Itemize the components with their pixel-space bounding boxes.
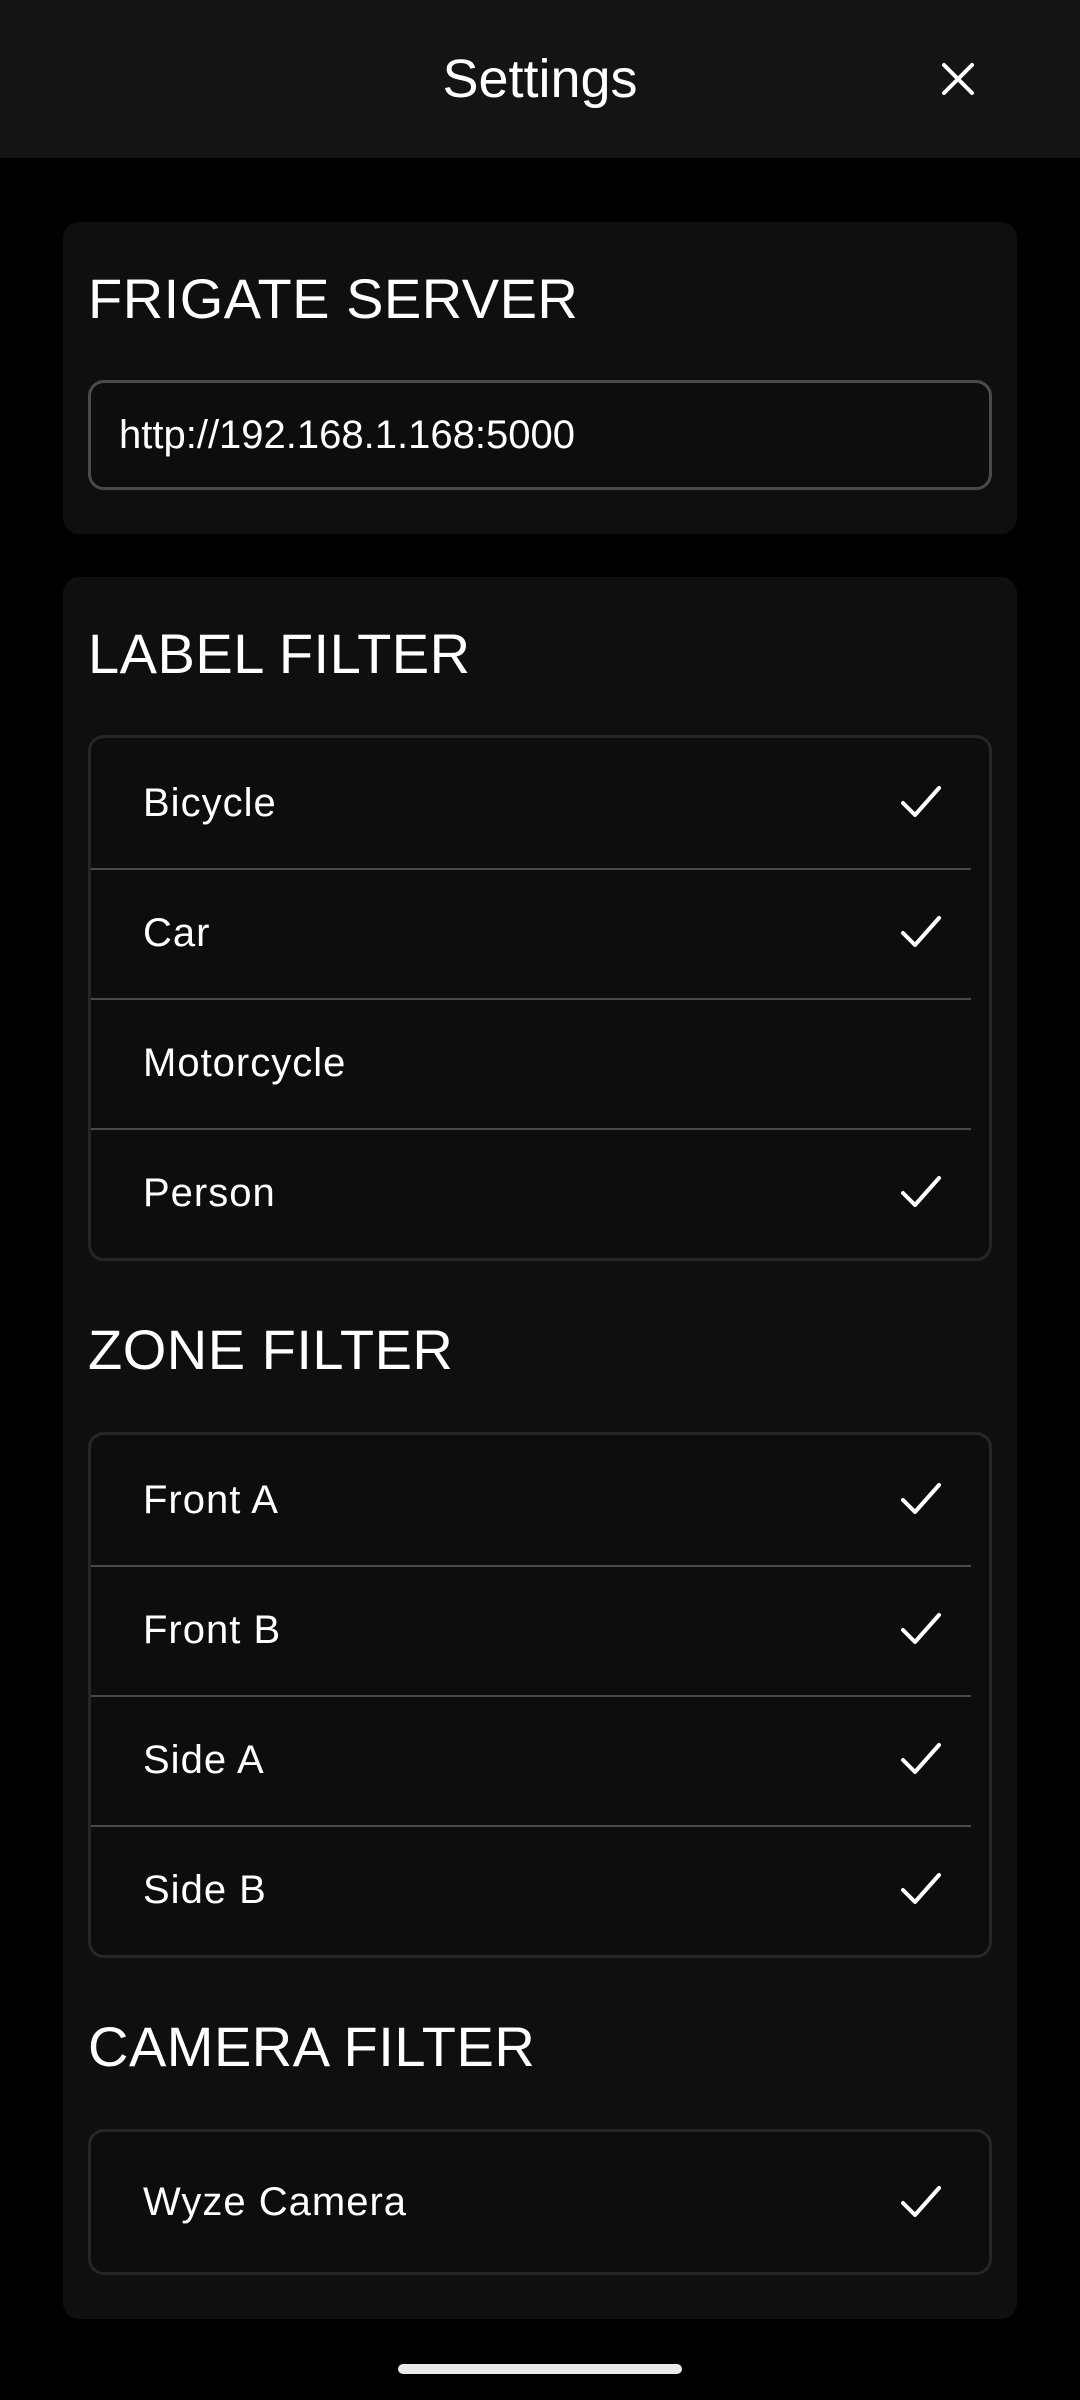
close-icon bbox=[942, 63, 974, 95]
label-filter-title: LABEL FILTER bbox=[88, 622, 471, 685]
zone-filter-list: Front A Front B Side A Side B bbox=[88, 1432, 992, 1958]
zone-filter-item-label: Front A bbox=[143, 1477, 279, 1522]
close-button[interactable] bbox=[920, 46, 996, 112]
filters-card: LABEL FILTER Bicycle Car Motorcycle Pers… bbox=[63, 577, 1017, 2319]
zone-filter-item-label: Front B bbox=[143, 1607, 282, 1652]
camera-filter-list: Wyze Camera bbox=[88, 2129, 992, 2275]
zone-filter-item[interactable]: Front A bbox=[91, 1435, 989, 1565]
zone-filter-item-label: Side A bbox=[143, 1737, 265, 1782]
label-filter-item[interactable]: Motorcycle bbox=[91, 998, 989, 1128]
camera-filter-title: CAMERA FILTER bbox=[88, 2015, 536, 2078]
label-filter-item-label: Person bbox=[143, 1170, 276, 1215]
zone-filter-item[interactable]: Side A bbox=[91, 1695, 989, 1825]
app-header: Settings bbox=[0, 0, 1080, 158]
label-filter-item-label: Bicycle bbox=[143, 780, 277, 825]
server-card: FRIGATE SERVER bbox=[63, 222, 1017, 534]
home-indicator[interactable] bbox=[398, 2364, 682, 2374]
check-icon bbox=[901, 1176, 941, 1207]
label-filter-item-label: Motorcycle bbox=[143, 1040, 347, 1085]
zone-filter-title: ZONE FILTER bbox=[88, 1318, 454, 1381]
zone-filter-item-label: Side B bbox=[143, 1867, 267, 1912]
check-icon bbox=[901, 1873, 941, 1904]
check-icon bbox=[901, 786, 941, 817]
check-icon bbox=[901, 916, 941, 947]
label-filter-list: Bicycle Car Motorcycle Person bbox=[88, 735, 992, 1261]
page-title: Settings bbox=[442, 49, 638, 109]
check-icon bbox=[901, 1743, 941, 1774]
camera-filter-item-label: Wyze Camera bbox=[143, 2179, 408, 2224]
check-icon bbox=[901, 1483, 941, 1514]
zone-filter-item[interactable]: Side B bbox=[91, 1825, 989, 1955]
label-filter-item[interactable]: Person bbox=[91, 1128, 989, 1258]
zone-filter-item[interactable]: Front B bbox=[91, 1565, 989, 1695]
label-filter-item[interactable]: Bicycle bbox=[91, 738, 989, 868]
check-icon bbox=[901, 1613, 941, 1644]
camera-filter-item[interactable]: Wyze Camera bbox=[91, 2132, 989, 2272]
label-filter-item[interactable]: Car bbox=[91, 868, 989, 998]
server-url-input[interactable] bbox=[88, 380, 992, 490]
label-filter-item-label: Car bbox=[143, 910, 211, 955]
server-section-title: FRIGATE SERVER bbox=[88, 267, 579, 330]
check-icon bbox=[901, 2186, 941, 2217]
